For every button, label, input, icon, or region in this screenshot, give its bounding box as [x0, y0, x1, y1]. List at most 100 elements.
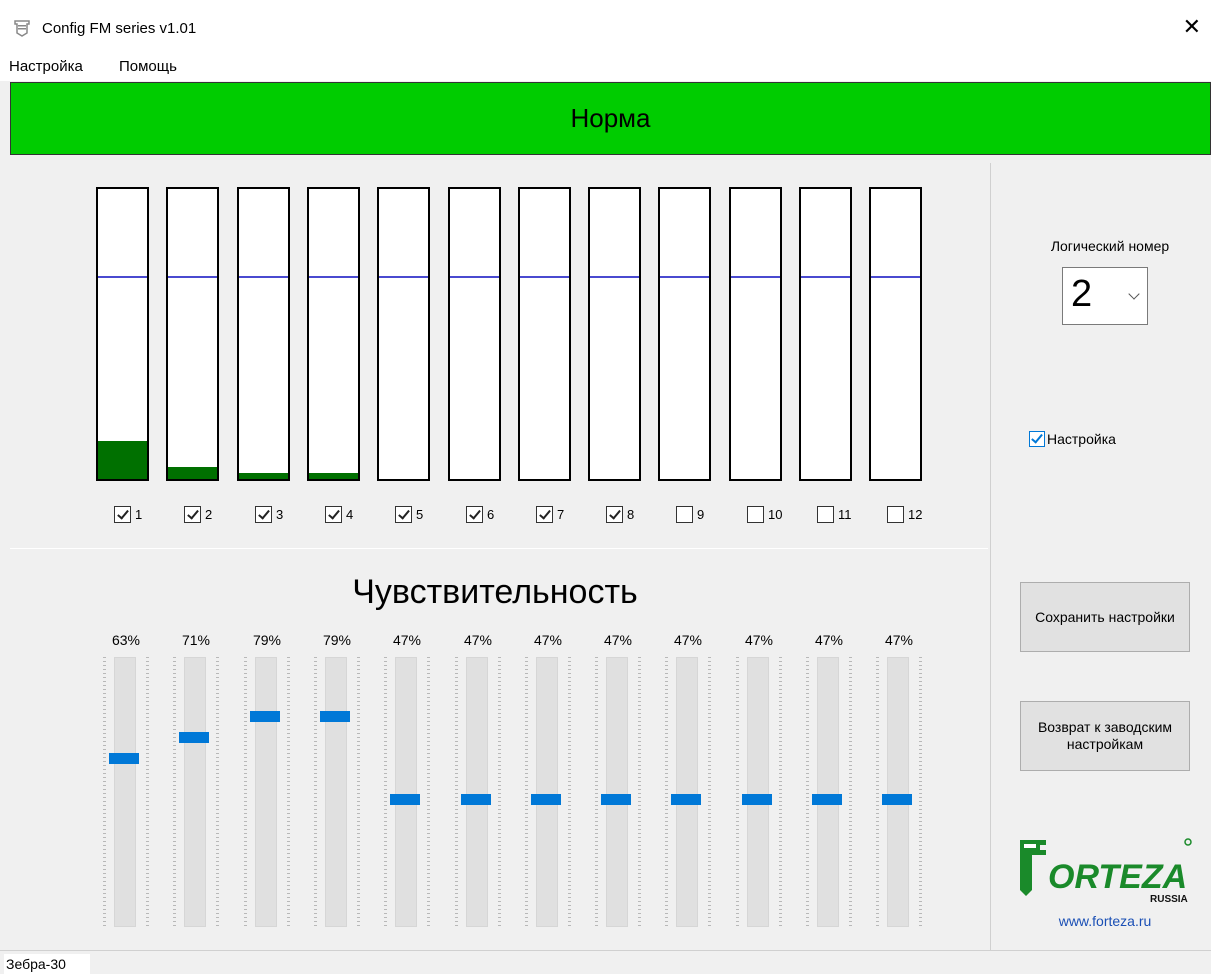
factory-reset-button[interactable]: Возврат к заводским настройкам: [1020, 701, 1190, 771]
sensitivity-title: Чувствительность: [352, 573, 638, 611]
menu-item-settings[interactable]: Настройка: [9, 58, 83, 75]
svg-text:ORTEZA: ORTEZA: [1048, 858, 1187, 896]
channel-number-label: 10: [768, 507, 783, 522]
threshold-line: [98, 276, 147, 278]
sensitivity-value-2: 71%: [181, 632, 211, 648]
sensitivity-slider-8[interactable]: [595, 657, 641, 927]
slider-tick-marks: [498, 657, 501, 927]
threshold-line: [168, 276, 217, 278]
sensitivity-slider-3[interactable]: [244, 657, 290, 927]
checkbox-checked-icon: [536, 506, 553, 523]
checkbox-checked-icon: [255, 506, 272, 523]
website-link[interactable]: www.forteza.ru: [1020, 913, 1190, 929]
signal-bar-11: [799, 187, 852, 481]
menu-item-help[interactable]: Помощь: [119, 58, 177, 75]
checkbox-checked-icon: [606, 506, 623, 523]
signal-bar-6: [448, 187, 501, 481]
slider-thumb[interactable]: [742, 794, 772, 805]
slider-tick-marks: [357, 657, 360, 927]
slider-tick-marks: [665, 657, 668, 927]
slider-thumb[interactable]: [461, 794, 491, 805]
sensitivity-slider-5[interactable]: [384, 657, 430, 927]
sensitivity-slider-12[interactable]: [876, 657, 922, 927]
sensitivity-slider-4[interactable]: [314, 657, 360, 927]
slider-thumb[interactable]: [390, 794, 420, 805]
slider-tick-marks: [173, 657, 176, 927]
slider-tick-marks: [384, 657, 387, 927]
slider-thumb[interactable]: [250, 711, 280, 722]
sensitivity-value-6: 47%: [463, 632, 493, 648]
slider-thumb[interactable]: [179, 732, 209, 743]
logical-number-select[interactable]: 2: [1062, 267, 1148, 325]
threshold-line: [520, 276, 569, 278]
sensitivity-slider-6[interactable]: [455, 657, 501, 927]
sensitivity-slider-9[interactable]: [665, 657, 711, 927]
slider-track: [395, 657, 417, 927]
sensitivity-slider-11[interactable]: [806, 657, 852, 927]
threshold-line: [590, 276, 639, 278]
sensitivity-value-1: 63%: [111, 632, 141, 648]
slider-tick-marks: [919, 657, 922, 927]
sensitivity-value-9: 47%: [673, 632, 703, 648]
forteza-logo: ORTEZA RUSSIA: [1020, 838, 1192, 904]
slider-tick-marks: [568, 657, 571, 927]
channel-number-label: 6: [487, 507, 495, 522]
title-bar: Config FM series v1.01 ✕: [0, 0, 1211, 55]
svg-text:RUSSIA: RUSSIA: [1150, 894, 1188, 904]
menu-bar: Настройка Помощь: [0, 55, 1211, 81]
channel-number-label: 11: [838, 507, 852, 522]
signal-level-fill: [168, 467, 217, 479]
sensitivity-value-11: 47%: [814, 632, 844, 648]
sensitivity-slider-7[interactable]: [525, 657, 571, 927]
sensitivity-value-5: 47%: [392, 632, 422, 648]
slider-track: [184, 657, 206, 927]
slider-track: [536, 657, 558, 927]
logical-number-label: Логический номер: [1050, 238, 1170, 254]
signal-bar-12: [869, 187, 922, 481]
slider-tick-marks: [849, 657, 852, 927]
slider-thumb[interactable]: [812, 794, 842, 805]
slider-thumb[interactable]: [109, 753, 139, 764]
slider-track: [747, 657, 769, 927]
signal-bar-3: [237, 187, 290, 481]
slider-tick-marks: [876, 657, 879, 927]
signal-bar-2: [166, 187, 219, 481]
channel-number-label: 5: [416, 507, 424, 522]
checkbox-checked-icon: [1029, 431, 1045, 447]
checkbox-checked-icon: [395, 506, 412, 523]
channel-number-label: 4: [346, 507, 354, 522]
sensitivity-slider-1[interactable]: [103, 657, 149, 927]
status-bar: Зебра-30: [0, 950, 1211, 974]
threshold-line: [309, 276, 358, 278]
checkbox-checked-icon: [325, 506, 342, 523]
app-icon: [14, 20, 30, 37]
slider-tick-marks: [287, 657, 290, 927]
slider-track: [255, 657, 277, 927]
device-model: Зебра-30: [4, 954, 90, 974]
slider-tick-marks: [708, 657, 711, 927]
sensitivity-value-8: 47%: [603, 632, 633, 648]
slider-tick-marks: [244, 657, 247, 927]
save-settings-button[interactable]: Сохранить настройки: [1020, 582, 1190, 652]
slider-tick-marks: [736, 657, 739, 927]
sensitivity-value-3: 79%: [252, 632, 282, 648]
channel-number-label: 12: [908, 507, 923, 522]
sensitivity-value-7: 47%: [533, 632, 563, 648]
signal-bar-1: [96, 187, 149, 481]
slider-thumb[interactable]: [601, 794, 631, 805]
close-icon[interactable]: ✕: [1183, 16, 1201, 38]
slider-tick-marks: [103, 657, 106, 927]
slider-thumb[interactable]: [320, 711, 350, 722]
channel-number-label: 1: [135, 507, 143, 522]
slider-tick-marks: [455, 657, 458, 927]
threshold-line: [450, 276, 499, 278]
sensitivity-slider-2[interactable]: [173, 657, 219, 927]
threshold-line: [731, 276, 780, 278]
slider-thumb[interactable]: [882, 794, 912, 805]
signal-bar-4: [307, 187, 360, 481]
slider-track: [466, 657, 488, 927]
slider-thumb[interactable]: [531, 794, 561, 805]
slider-tick-marks: [779, 657, 782, 927]
sensitivity-slider-10[interactable]: [736, 657, 782, 927]
slider-thumb[interactable]: [671, 794, 701, 805]
